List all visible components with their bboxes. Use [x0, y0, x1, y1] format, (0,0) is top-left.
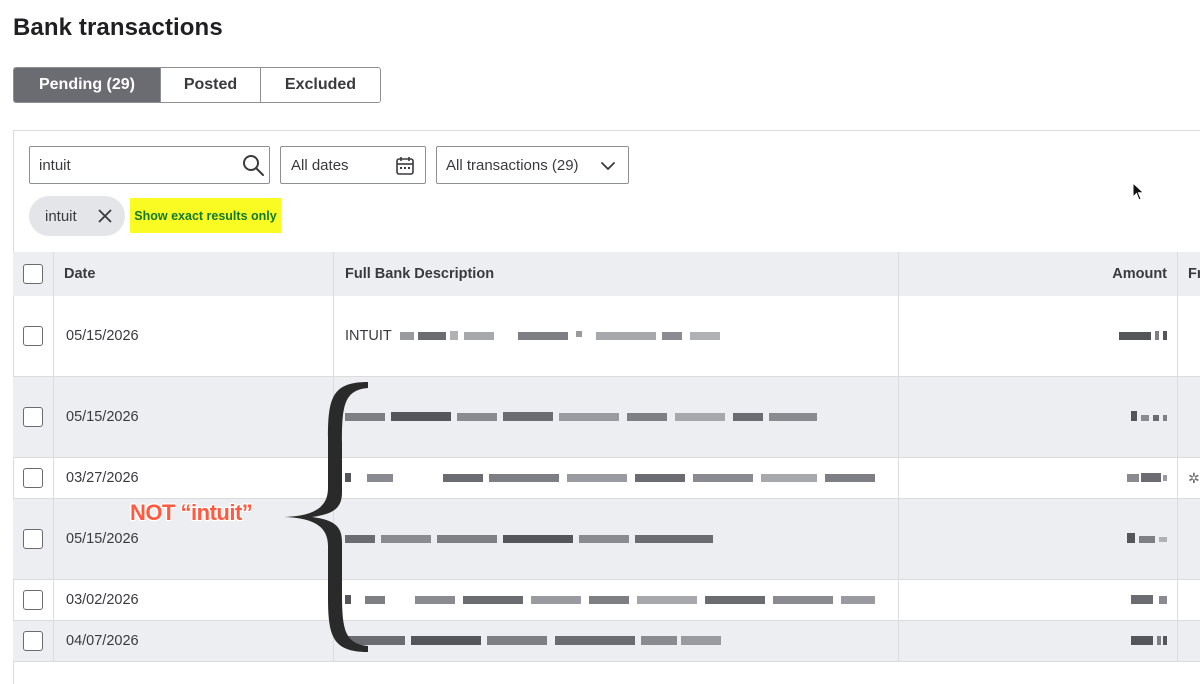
row-description: [334, 499, 899, 579]
search-field[interactable]: [29, 146, 270, 184]
row-checkbox[interactable]: [23, 326, 43, 346]
row-amount: [899, 621, 1178, 661]
header-date[interactable]: Date: [54, 252, 334, 296]
calendar-icon: [396, 157, 414, 175]
row-amount: [899, 458, 1178, 498]
redacted-amount: [1131, 411, 1167, 421]
show-exact-results-button[interactable]: Show exact results only: [130, 198, 281, 233]
redacted-amount: [1131, 636, 1167, 645]
row-description: [334, 377, 899, 457]
tab-excluded[interactable]: Excluded: [261, 68, 380, 102]
row-checkbox[interactable]: [23, 468, 43, 488]
row-from: [1178, 377, 1200, 457]
redacted-amount: [1119, 331, 1167, 340]
redacted-description: [345, 535, 713, 543]
redacted-amount: [1131, 595, 1167, 604]
row-checkbox[interactable]: [23, 631, 43, 651]
transactions-table: Date Full Bank Description Amount Fr 05/…: [13, 252, 1200, 662]
row-checkbox[interactable]: [23, 590, 43, 610]
row-description: [334, 621, 899, 661]
redacted-description: [345, 412, 817, 421]
row-from: [1178, 580, 1200, 620]
row-from: [1178, 499, 1200, 579]
row-checkbox[interactable]: [23, 529, 43, 549]
table-row[interactable]: 03/02/2026: [13, 580, 1200, 621]
curly-brace-annotation: [284, 382, 368, 652]
header-amount[interactable]: Amount: [899, 252, 1178, 296]
redacted-description: [345, 636, 721, 645]
header-description[interactable]: Full Bank Description: [334, 252, 899, 296]
row-check-cell: [13, 580, 54, 620]
select-all-checkbox[interactable]: [23, 264, 43, 284]
row-description: [334, 580, 899, 620]
tab-pending[interactable]: Pending (29): [14, 68, 161, 102]
transactions-filter-label: All transactions (29): [446, 156, 579, 174]
filter-chip-label: intuit: [45, 207, 77, 225]
tab-posted[interactable]: Posted: [161, 68, 261, 102]
redacted-amount: [1127, 533, 1167, 543]
row-check-cell: [13, 621, 54, 661]
row-check-cell: [13, 377, 54, 457]
dates-filter-label: All dates: [291, 156, 349, 174]
row-description: [334, 458, 899, 498]
search-icon[interactable]: [241, 153, 265, 177]
mouse-cursor-icon: [1132, 182, 1145, 201]
transactions-filter[interactable]: All transactions (29): [436, 146, 629, 184]
sparkle-icon: ✲: [1188, 469, 1200, 486]
chevron-down-icon: [601, 162, 615, 170]
row-amount: [899, 499, 1178, 579]
table-row[interactable]: 05/15/2026 INTUIT: [13, 296, 1200, 377]
filter-chip: intuit: [29, 196, 125, 236]
row-checkbox[interactable]: [23, 407, 43, 427]
table-row[interactable]: 04/07/2026: [13, 621, 1200, 662]
row-from: [1178, 621, 1200, 661]
page-title: Bank transactions: [13, 14, 223, 41]
row-from: [1178, 296, 1200, 376]
redacted-amount: [1127, 473, 1167, 482]
table-header: Date Full Bank Description Amount Fr: [13, 252, 1200, 296]
close-icon[interactable]: [97, 208, 113, 224]
row-amount: [899, 580, 1178, 620]
row-from: ✲: [1178, 458, 1200, 498]
redacted-description: [345, 595, 875, 604]
redacted-description: [399, 331, 720, 340]
row-check-cell: [13, 499, 54, 579]
dates-filter[interactable]: All dates: [280, 146, 426, 184]
table-row[interactable]: 03/27/2026 ✲: [13, 458, 1200, 499]
search-input[interactable]: [30, 156, 230, 174]
row-amount: [899, 377, 1178, 457]
row-description: INTUIT: [334, 296, 899, 376]
header-from[interactable]: Fr: [1178, 252, 1200, 296]
header-check-cell: [13, 252, 54, 296]
row-date: 05/15/2026: [54, 296, 334, 376]
table-row[interactable]: 05/15/2026: [13, 377, 1200, 458]
row-check-cell: [13, 458, 54, 498]
status-tabs: Pending (29) Posted Excluded: [13, 67, 381, 103]
description-prefix: INTUIT: [345, 328, 392, 344]
row-check-cell: [13, 296, 54, 376]
row-amount: [899, 296, 1178, 376]
annotation-label: NOT “intuit”: [130, 500, 253, 525]
redacted-description: [345, 473, 875, 482]
